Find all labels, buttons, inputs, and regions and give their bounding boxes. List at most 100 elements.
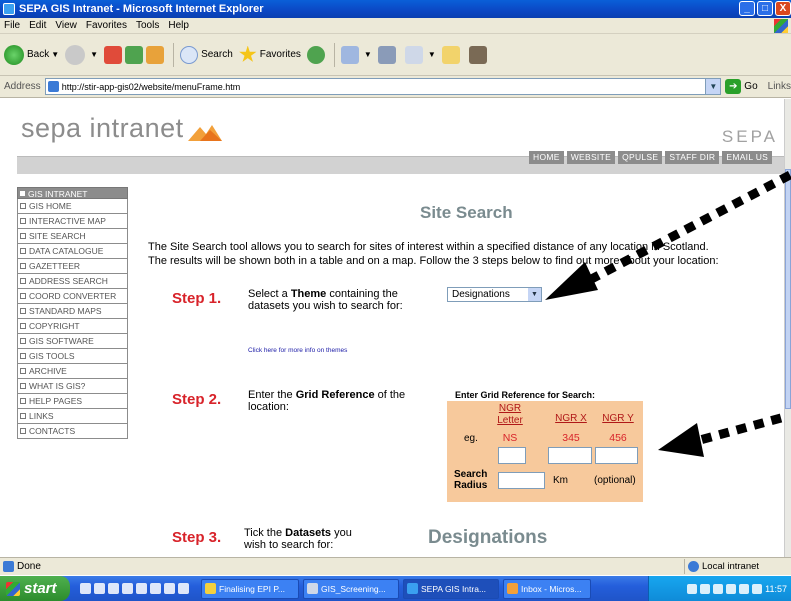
status-text: Done: [17, 561, 41, 572]
vertical-scrollbar[interactable]: [784, 99, 791, 557]
menu-tools[interactable]: Tools: [136, 20, 159, 31]
sidebar-item-contacts[interactable]: CONTACTS: [17, 424, 128, 439]
sidebar-item-links[interactable]: LINKS: [17, 409, 128, 424]
menu-help[interactable]: Help: [168, 20, 189, 31]
links-button[interactable]: Links: [768, 81, 791, 92]
grid-reference-panel: NGR Letter NGR X NGR Y eg. NS 345 456 Se…: [447, 401, 643, 502]
window-title-bar[interactable]: SEPA GIS Intranet - Microsoft Internet E…: [0, 0, 791, 18]
page-icon: [47, 81, 59, 92]
sidebar-header[interactable]: GIS INTRANET: [17, 187, 128, 199]
sidebar-item-what-is-gis[interactable]: WHAT IS GIS?: [17, 379, 128, 394]
close-button[interactable]: X: [775, 1, 791, 16]
nav-qpulse[interactable]: QPULSE: [618, 151, 663, 164]
themes-info-link[interactable]: Click here for more info on themes: [248, 347, 347, 354]
tray-icon[interactable]: [700, 583, 711, 594]
tray-icon[interactable]: [726, 583, 737, 594]
sidebar-item-interactive-map[interactable]: INTERACTIVE MAP: [17, 214, 128, 229]
example-y: 456: [609, 432, 627, 444]
site-banner: sepa intranet SEPA: [17, 99, 784, 156]
chevron-down-icon: ▼: [528, 288, 541, 301]
address-input[interactable]: http://stir-app-gis02/website/menuFrame.…: [44, 78, 722, 95]
go-button[interactable]: ➔ Go: [725, 79, 758, 94]
ngr-y-header: NGR Y: [602, 413, 634, 424]
sidebar-item-coord-converter[interactable]: COORD CONVERTER: [17, 289, 128, 304]
quick-launch-icon[interactable]: [136, 583, 147, 594]
page-title: Site Search: [420, 203, 513, 222]
quick-launch-icon[interactable]: [122, 583, 133, 594]
maximize-button[interactable]: □: [757, 1, 773, 16]
clock: 11:57: [765, 583, 787, 594]
quick-launch-icon[interactable]: [178, 583, 189, 594]
ngr-letter-input[interactable]: [498, 447, 526, 464]
sepa-logo: SEPA: [721, 127, 778, 146]
address-dropdown-icon[interactable]: ▼: [705, 79, 721, 94]
sidebar-item-copyright[interactable]: COPYRIGHT: [17, 319, 128, 334]
mail-icon: [507, 583, 518, 594]
top-nav: HOME WEBSITE QPULSE STAFF DIR EMAIL US: [529, 151, 773, 164]
back-button[interactable]: Back ▼: [4, 44, 59, 65]
nav-staff-dir[interactable]: STAFF DIR: [665, 151, 720, 164]
task-gis-screening[interactable]: GIS_Screening...: [303, 578, 399, 599]
sidebar-item-help-pages[interactable]: HELP PAGES: [17, 394, 128, 409]
quick-launch-icon[interactable]: [164, 583, 175, 594]
window-title: SEPA GIS Intranet - Microsoft Internet E…: [19, 3, 264, 15]
media-icon[interactable]: [306, 45, 325, 64]
radius-unit: Km: [553, 475, 568, 486]
home-icon[interactable]: [146, 45, 165, 64]
task-sepa-gis[interactable]: SEPA GIS Intra...: [403, 578, 499, 599]
ngr-x-input[interactable]: [548, 447, 592, 464]
menu-file[interactable]: File: [4, 20, 20, 31]
sidebar-item-gis-software[interactable]: GIS SOFTWARE: [17, 334, 128, 349]
stop-icon[interactable]: [104, 45, 123, 64]
task-inbox[interactable]: Inbox - Micros...: [503, 578, 591, 599]
nav-home[interactable]: HOME: [529, 151, 564, 164]
tray-icon[interactable]: [713, 583, 724, 594]
menu-favorites[interactable]: Favorites: [86, 20, 127, 31]
sidebar-item-gis-tools[interactable]: GIS TOOLS: [17, 349, 128, 364]
quick-launch-icon[interactable]: [94, 583, 105, 594]
mail-icon[interactable]: [340, 45, 359, 64]
research-icon[interactable]: [468, 45, 487, 64]
sidebar-item-gazetteer[interactable]: GAZETTEER: [17, 259, 128, 274]
edit-icon[interactable]: [404, 45, 423, 64]
favorites-button[interactable]: Favorites: [239, 45, 301, 64]
start-button[interactable]: start: [0, 576, 70, 601]
ngr-y-input[interactable]: [595, 447, 638, 464]
ie-icon: [407, 583, 418, 594]
quick-launch-icon[interactable]: [108, 583, 119, 594]
folder-icon[interactable]: [441, 45, 460, 64]
print-icon[interactable]: [377, 45, 396, 64]
nav-email-us[interactable]: EMAIL US: [722, 151, 773, 164]
minimize-button[interactable]: _: [739, 1, 755, 16]
tray-icon[interactable]: [739, 583, 750, 594]
quick-launch-icon[interactable]: [150, 583, 161, 594]
task-finalising[interactable]: Finalising EPI P...: [201, 578, 299, 599]
intranet-icon: [688, 561, 699, 572]
folder-icon: [205, 583, 216, 594]
sidebar-item-gis-home[interactable]: GIS HOME: [17, 199, 128, 214]
go-arrow-icon: ➔: [725, 79, 742, 94]
ngr-letter-header: NGR Letter: [497, 403, 523, 426]
theme-select[interactable]: Designations ▼: [447, 287, 542, 302]
sidebar-item-address-search[interactable]: ADDRESS SEARCH: [17, 274, 128, 289]
sidebar-item-data-catalogue[interactable]: DATA CATALOGUE: [17, 244, 128, 259]
tray-icon[interactable]: [687, 583, 698, 594]
menu-edit[interactable]: Edit: [29, 20, 46, 31]
sidebar-item-standard-maps[interactable]: STANDARD MAPS: [17, 304, 128, 319]
search-button[interactable]: Search: [180, 45, 233, 64]
quick-launch-icon[interactable]: [80, 583, 91, 594]
refresh-icon[interactable]: [125, 45, 144, 64]
ie-icon: [3, 3, 15, 15]
search-radius-input[interactable]: [498, 472, 545, 489]
tray-icon[interactable]: [752, 583, 763, 594]
sidebar-item-site-search[interactable]: SITE SEARCH: [17, 229, 128, 244]
sidebar-item-archive[interactable]: ARCHIVE: [17, 364, 128, 379]
security-zone: Local intranet: [684, 559, 759, 574]
radius-optional-note: (optional): [594, 475, 636, 486]
brand-name: sepa intranet: [21, 113, 184, 143]
forward-button[interactable]: ▼: [65, 44, 98, 65]
nav-website[interactable]: WEBSITE: [566, 151, 616, 164]
designations-heading: Designations: [428, 527, 548, 548]
step1-text: Select a Theme containing the datasets y…: [248, 288, 403, 312]
menu-view[interactable]: View: [55, 20, 77, 31]
